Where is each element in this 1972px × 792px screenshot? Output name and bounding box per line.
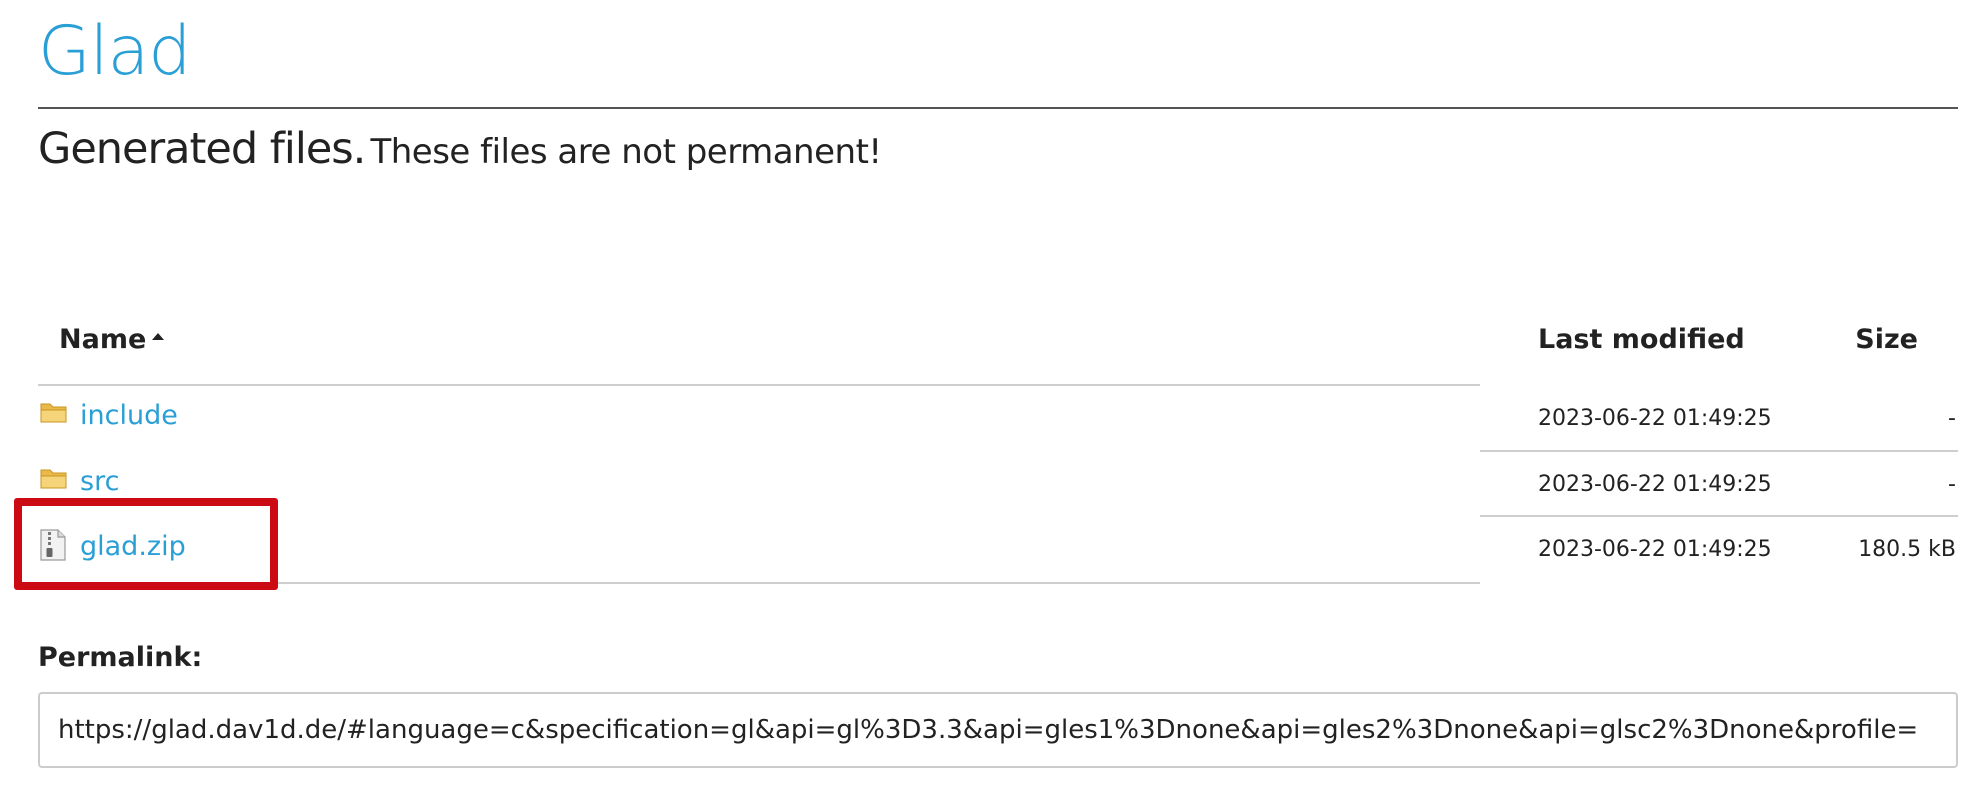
table-row: src 2023-06-22 01:49:25 - — [38, 452, 1958, 516]
folder-icon — [40, 466, 68, 494]
column-header-name[interactable]: Name — [59, 324, 165, 355]
page: Glad Generated files. These files are no… — [0, 0, 1972, 792]
size-cell: 180.5 kB — [1858, 537, 1956, 562]
highlight-box — [14, 498, 278, 590]
table-header: Name Last modified Size — [38, 318, 1958, 358]
size-cell: - — [1948, 406, 1956, 431]
table-row: glad.zip 2023-06-22 01:49:25 180.5 kB — [38, 517, 1958, 581]
column-header-last-modified[interactable]: Last modified — [1538, 324, 1745, 355]
caret-up-icon — [152, 333, 165, 340]
permalink-label: Permalink: — [38, 642, 203, 673]
last-modified-cell: 2023-06-22 01:49:25 — [1538, 406, 1772, 431]
table-row: include 2023-06-22 01:49:25 - — [38, 386, 1958, 450]
file-link[interactable]: src — [80, 466, 119, 497]
title-divider — [38, 107, 1958, 109]
folder-icon — [40, 400, 68, 428]
last-modified-cell: 2023-06-22 01:49:25 — [1538, 537, 1772, 562]
size-cell: - — [1948, 472, 1956, 497]
page-heading: Generated files. These files are not per… — [38, 128, 882, 171]
heading-sub: These files are not permanent! — [370, 132, 882, 172]
last-modified-cell: 2023-06-22 01:49:25 — [1538, 472, 1772, 497]
heading-main: Generated files. — [38, 124, 366, 174]
file-link[interactable]: include — [80, 400, 178, 431]
site-title-link[interactable]: Glad — [38, 18, 191, 86]
permalink-input[interactable] — [38, 692, 1958, 768]
column-header-name-label: Name — [59, 324, 147, 355]
column-header-size[interactable]: Size — [1855, 324, 1918, 355]
